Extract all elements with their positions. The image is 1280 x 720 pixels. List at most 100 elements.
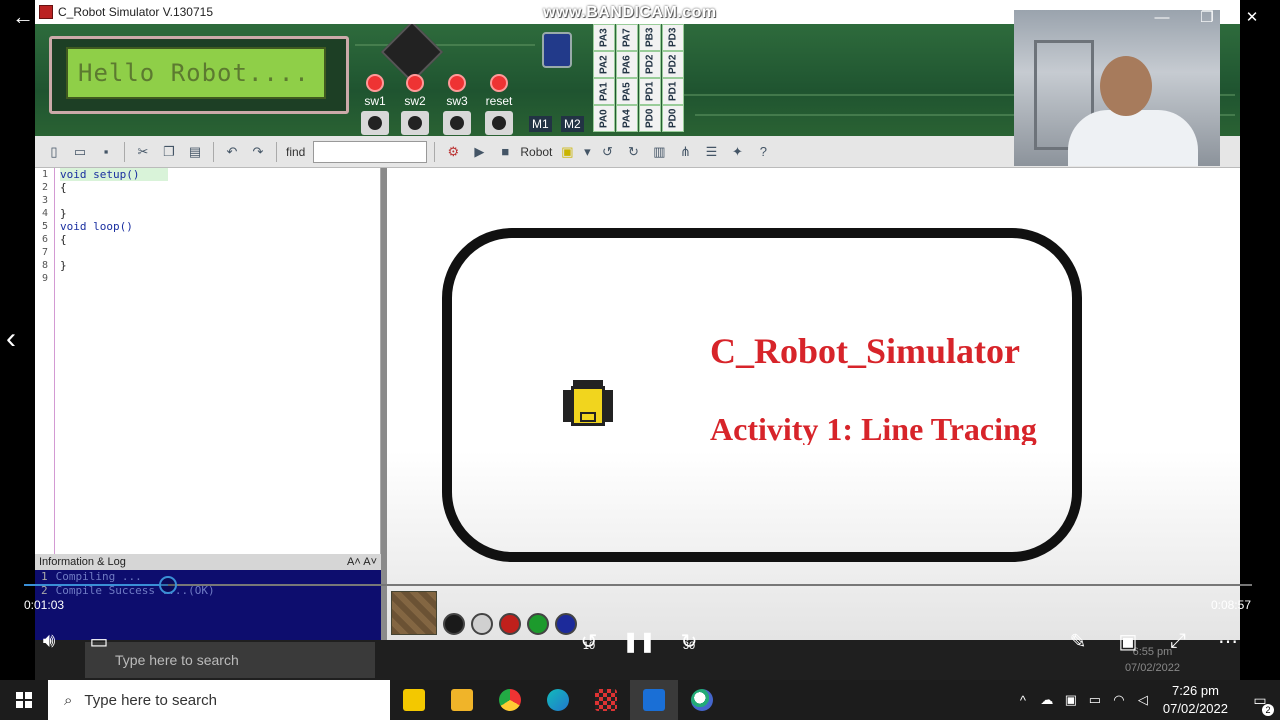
push-button[interactable] (485, 111, 513, 135)
fullscreen-icon[interactable]: ⤢ (1163, 628, 1193, 654)
robot-car-icon[interactable] (563, 380, 613, 432)
mini-player-icon[interactable]: ▣ (1113, 628, 1143, 654)
find-input[interactable] (313, 140, 428, 163)
minimize-icon[interactable]: — (1147, 6, 1177, 28)
app-title: C_Robot Simulator V.130715 (58, 5, 213, 19)
run-icon[interactable]: ▶ (468, 141, 490, 163)
taskbar-search[interactable]: ⌕ Type here to search (48, 680, 390, 720)
robot-select-icon[interactable]: ▣ (556, 141, 578, 163)
switch-sw3[interactable]: sw3 (440, 74, 474, 135)
redo-icon[interactable]: ↷ (247, 141, 269, 163)
switch-sw2[interactable]: sw2 (398, 74, 432, 135)
onedrive-cloud-icon[interactable]: ☁ (1035, 692, 1059, 708)
code-line[interactable]: void setup() (60, 168, 168, 181)
line-number: 4 (41, 208, 48, 219)
switch-sw1[interactable]: sw1 (358, 74, 392, 135)
font-size-controls[interactable]: A˄ A˅ (347, 556, 377, 568)
chrome-app[interactable] (486, 680, 534, 720)
code-editor[interactable]: 1 2 3 4 5 6 7 8 9 void setup() { } void … (35, 168, 381, 554)
motor-label-m2: M2 (561, 116, 584, 132)
taskbar-clock[interactable]: 7:26 pm 07/02/2022 (1163, 682, 1228, 718)
port-label: PD0 (662, 105, 684, 132)
led-icon (448, 74, 466, 92)
paint-app[interactable] (678, 680, 726, 720)
line-number: 8 (41, 260, 48, 271)
push-button[interactable] (361, 111, 389, 135)
restore-icon[interactable]: ❐ (1192, 6, 1222, 28)
save-icon[interactable]: ▪ (95, 141, 117, 163)
stop-icon[interactable]: ■ (494, 141, 516, 163)
log-line: 2 Compile Success ....(OK) (41, 584, 215, 597)
settings-icon[interactable]: ✦ (726, 141, 748, 163)
seek-thumb[interactable] (159, 576, 178, 594)
push-button[interactable] (443, 111, 471, 135)
notification-count: 2 (1262, 703, 1274, 716)
start-button[interactable] (0, 680, 48, 720)
more-options-icon[interactable]: ⋯ (1213, 628, 1243, 654)
rotate-right-icon[interactable]: ↻ (622, 141, 644, 163)
code-lines[interactable]: void setup() { } void loop() { } (60, 168, 168, 285)
video-player-app[interactable] (630, 680, 678, 720)
close-icon[interactable]: ✕ (1237, 6, 1267, 28)
edge-app[interactable] (534, 680, 582, 720)
search-icon: ⌕ (64, 691, 73, 709)
find-label: find (286, 144, 306, 159)
skip-back-icon[interactable]: ↺ 10 (574, 628, 604, 654)
game-app[interactable] (582, 680, 630, 720)
pause-icon[interactable]: ❚❚ (622, 628, 656, 654)
volume-icon[interactable]: 🔊︎ (34, 628, 64, 654)
speaker-icon[interactable]: ◁ (1131, 692, 1155, 708)
code-line[interactable] (60, 246, 168, 259)
color-swatch[interactable] (443, 613, 465, 635)
sensor-icon[interactable]: ⋔ (674, 141, 696, 163)
cut-icon[interactable]: ✂ (132, 141, 154, 163)
line-gutter: 1 2 3 4 5 6 7 8 9 (35, 168, 55, 554)
new-file-icon[interactable]: ▯ (43, 141, 65, 163)
chevron-down-icon[interactable]: ▾ (582, 141, 592, 163)
skip-forward-icon[interactable]: ↻ 30 (674, 628, 704, 654)
sticky-notes-app[interactable] (390, 680, 438, 720)
color-swatch[interactable] (527, 613, 549, 635)
captions-icon[interactable]: ▭ (84, 628, 114, 654)
file-explorer-app[interactable] (438, 680, 486, 720)
code-line[interactable]: } (60, 207, 168, 220)
lcd-display: Hello Robot.... (66, 47, 326, 99)
code-line[interactable] (60, 272, 168, 285)
help-icon[interactable]: ? (752, 141, 774, 163)
color-swatch[interactable] (499, 613, 521, 635)
wood-texture-tile[interactable] (391, 591, 437, 635)
battery-icon[interactable]: ▭ (1083, 692, 1107, 708)
edit-pen-icon[interactable]: ✎ (1063, 628, 1093, 654)
track-icon[interactable]: ☰ (700, 141, 722, 163)
compile-gear-icon[interactable]: ⚙ (442, 141, 464, 163)
chevron-left-icon[interactable]: ‹ (6, 322, 16, 356)
port-label: PA1 (593, 78, 615, 105)
simulator-stage[interactable]: C_Robot_Simulator Activity 1: Line Traci… (387, 168, 1240, 640)
switch-reset[interactable]: reset (482, 74, 516, 135)
code-line[interactable]: } (60, 259, 168, 272)
color-swatch[interactable] (471, 613, 493, 635)
wifi-icon[interactable]: ◠ (1107, 692, 1131, 708)
code-line[interactable]: void loop() (60, 220, 168, 233)
undo-icon[interactable]: ↶ (221, 141, 243, 163)
copy-icon[interactable]: ❐ (158, 141, 180, 163)
code-line[interactable]: { (60, 233, 168, 246)
camera-icon[interactable]: ▣ (1059, 692, 1083, 708)
port-label: PA5 (616, 78, 638, 105)
chevron-up-icon[interactable]: ^ (1011, 693, 1035, 708)
rotate-left-icon[interactable]: ↺ (596, 141, 618, 163)
line-number: 1 (41, 169, 48, 180)
port-header: PA3 PA7 PB3 PD3 PA2 PA6 PD2 PD2 PA1 PA5 … (593, 24, 684, 132)
seek-bar[interactable] (24, 576, 1252, 594)
panel-icon[interactable]: ▥ (648, 141, 670, 163)
open-folder-icon[interactable]: ▭ (69, 141, 91, 163)
code-line[interactable]: { (60, 181, 168, 194)
port-label: PA7 (616, 24, 638, 51)
port-label: PB3 (639, 24, 661, 51)
port-label: PA4 (616, 105, 638, 132)
back-arrow-icon[interactable]: ← (12, 4, 34, 30)
code-line[interactable] (60, 194, 168, 207)
push-button[interactable] (401, 111, 429, 135)
paste-icon[interactable]: ▤ (184, 141, 206, 163)
notification-icon[interactable]: ▭ 2 (1240, 692, 1280, 716)
